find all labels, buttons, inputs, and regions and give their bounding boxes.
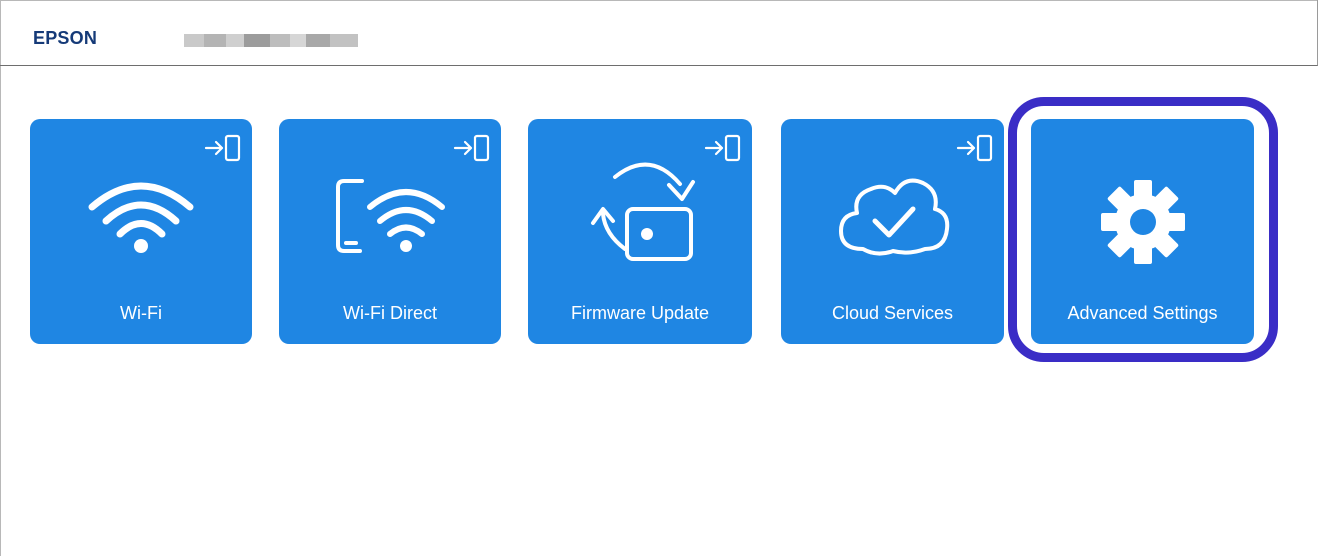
firmware-update-icon: [591, 162, 695, 261]
sign-in-icon: [956, 134, 993, 162]
cloud-check-icon: [838, 178, 949, 256]
redacted-printer-name: [184, 34, 358, 47]
tile-label: Firmware Update: [570, 303, 710, 323]
tile-label: Wi-Fi: [120, 303, 162, 323]
wifi-icon: [88, 182, 194, 253]
sign-in-icon: [204, 134, 241, 162]
wifi-direct-icon: [336, 179, 445, 253]
header-bar: EPSON: [0, 0, 1318, 66]
epson-logo: EPSON: [33, 28, 98, 48]
tile-label: Cloud Services: [831, 303, 954, 323]
sign-in-icon: [704, 134, 741, 162]
sign-in-icon: [453, 134, 490, 162]
tile-label: Wi-Fi Direct: [343, 303, 437, 323]
gear-icon: [1100, 180, 1185, 264]
tile-cloud-services[interactable]: Cloud Services: [781, 119, 1004, 344]
tile-advanced-settings[interactable]: Advanced Settings: [1031, 119, 1254, 344]
tile-label: Advanced Settings: [1067, 303, 1218, 323]
tile-wifi[interactable]: Wi-Fi: [30, 119, 252, 344]
tile-wifi-direct[interactable]: Wi-Fi Direct: [279, 119, 501, 344]
tile-firmware-update[interactable]: Firmware Update: [528, 119, 752, 344]
